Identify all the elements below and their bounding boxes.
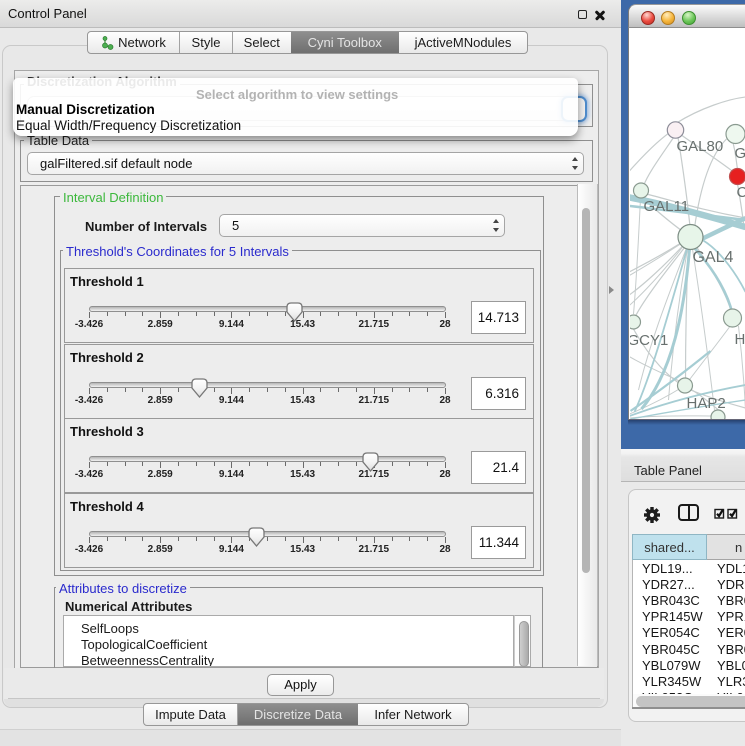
svg-text:GAL80: GAL80 (676, 138, 723, 155)
svg-text:HAP2: HAP2 (686, 395, 725, 412)
svg-text:CY: CY (736, 184, 745, 201)
svg-text:GA: GA (734, 145, 745, 162)
svg-text:GCY1: GCY1 (630, 332, 668, 349)
svg-text:H: H (734, 331, 745, 348)
svg-text:GAL4: GAL4 (692, 249, 733, 266)
svg-text:GAL11: GAL11 (643, 198, 689, 215)
